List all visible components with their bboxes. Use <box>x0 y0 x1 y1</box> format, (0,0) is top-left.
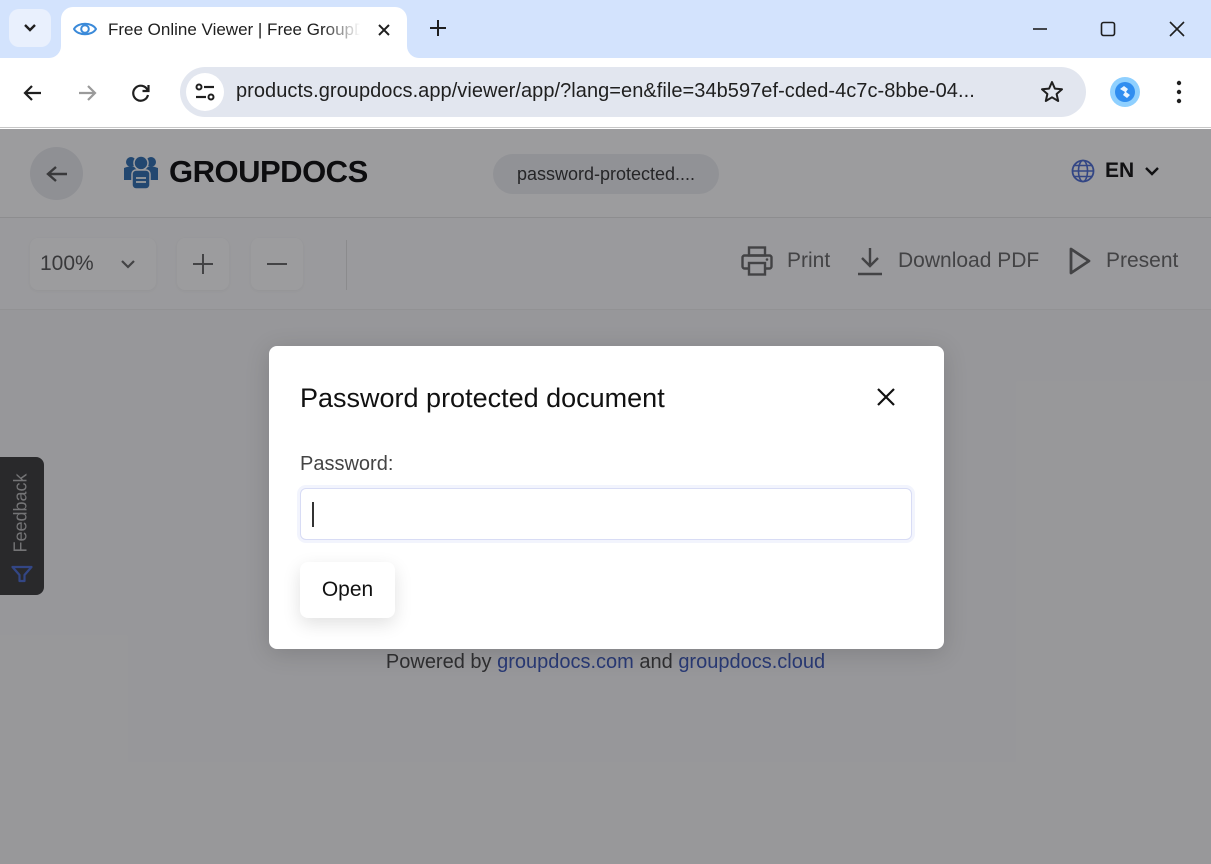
star-icon <box>1041 81 1063 102</box>
tab-close-button[interactable] <box>371 17 397 43</box>
close-icon <box>1169 21 1185 37</box>
maximize-icon <box>1100 21 1116 37</box>
tab-title: Free Online Viewer | Free GroupDocs App <box>108 20 360 39</box>
password-dialog: Password protected document Password: Op… <box>269 346 944 649</box>
password-input[interactable] <box>300 488 912 540</box>
kebab-menu-icon <box>1176 80 1182 104</box>
dialog-title: Password protected document <box>300 383 665 413</box>
tab-search-button[interactable] <box>9 9 51 47</box>
browser-menu-button[interactable] <box>1164 75 1194 109</box>
dialog-close-button[interactable] <box>875 382 897 412</box>
extension-icon <box>1110 77 1140 107</box>
close-icon <box>378 24 390 36</box>
page-content: GROUPDOCS password-protected.... EN 100% <box>0 129 1211 864</box>
plus-icon <box>430 20 446 36</box>
text-caret <box>312 502 314 527</box>
tune-icon <box>195 83 215 101</box>
address-bar[interactable]: products.groupdocs.app/viewer/app/?lang=… <box>180 67 1086 117</box>
maximize-button[interactable] <box>1088 12 1128 46</box>
arrow-right-icon <box>79 85 97 101</box>
close-icon <box>877 388 895 406</box>
tab-strip: Free Online Viewer | Free GroupDocs App <box>0 0 1211 58</box>
reload-button[interactable] <box>123 75 159 111</box>
password-label: Password: <box>300 453 394 475</box>
back-button[interactable] <box>15 75 51 111</box>
minimize-button[interactable] <box>1020 12 1060 46</box>
arrow-left-icon <box>23 85 41 101</box>
forward-button[interactable] <box>69 75 105 111</box>
close-window-button[interactable] <box>1157 12 1197 46</box>
browser-tab[interactable]: Free Online Viewer | Free GroupDocs App <box>61 7 407 58</box>
url-text[interactable]: products.groupdocs.app/viewer/app/?lang=… <box>236 80 975 103</box>
new-tab-button[interactable] <box>424 14 452 42</box>
open-button[interactable]: Open <box>300 562 395 618</box>
reload-icon <box>132 84 150 102</box>
bookmark-button[interactable] <box>1038 78 1066 106</box>
extension-button[interactable] <box>1108 75 1142 109</box>
eye-icon <box>73 22 97 36</box>
browser-toolbar: products.groupdocs.app/viewer/app/?lang=… <box>0 58 1211 128</box>
chevron-down-icon <box>24 24 36 32</box>
site-info-button[interactable] <box>186 73 224 111</box>
minimize-icon <box>1033 28 1047 30</box>
browser-window: Free Online Viewer | Free GroupDocs App <box>0 0 1211 864</box>
